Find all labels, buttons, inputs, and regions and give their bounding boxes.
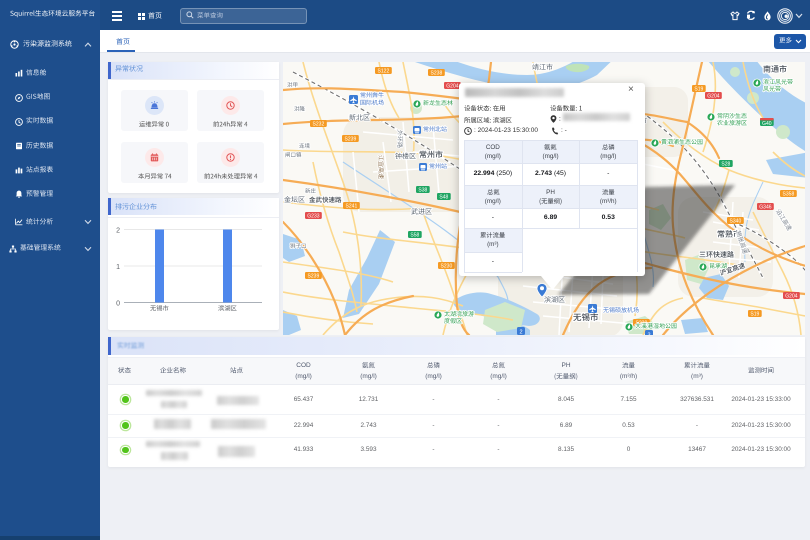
svg-text:3: 3 — [647, 333, 650, 336]
svg-text:S19: S19 — [694, 87, 703, 93]
svg-text:G40: G40 — [762, 121, 772, 127]
svg-text:S48: S48 — [439, 195, 448, 201]
svg-text:2: 2 — [116, 228, 120, 235]
svg-text:G233: G233 — [307, 214, 319, 220]
svg-text:1: 1 — [116, 264, 120, 271]
svg-text:G204: G204 — [446, 84, 458, 90]
svg-text:S241: S241 — [346, 204, 358, 210]
svg-text:G346: G346 — [759, 205, 771, 211]
svg-text:S239: S239 — [345, 137, 357, 143]
svg-text:S340: S340 — [730, 219, 742, 225]
svg-text:S230: S230 — [441, 264, 453, 270]
svg-text:G204: G204 — [785, 294, 797, 300]
svg-text:2: 2 — [519, 330, 522, 336]
svg-text:S38: S38 — [418, 188, 427, 194]
svg-text:S122: S122 — [378, 69, 390, 75]
svg-text:S239: S239 — [308, 274, 320, 280]
svg-text:S28: S28 — [721, 162, 730, 168]
svg-text:S358: S358 — [783, 192, 795, 198]
svg-text:S238: S238 — [431, 71, 443, 77]
svg-text:S19: S19 — [750, 312, 759, 318]
svg-text:S58: S58 — [410, 233, 419, 239]
svg-text:0: 0 — [116, 301, 120, 308]
svg-text:G204: G204 — [707, 94, 719, 100]
svg-text:S232: S232 — [313, 122, 325, 128]
